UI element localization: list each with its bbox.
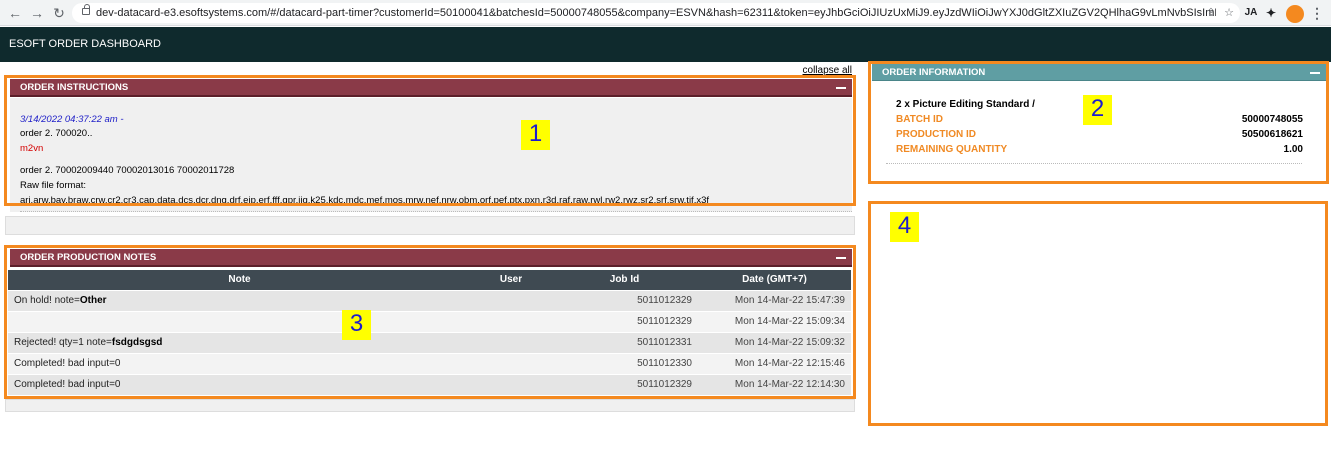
url-text[interactable]: dev-datacard-e3.esoftsystems.com/#/datac… xyxy=(96,6,1216,20)
extensions-puzzle-icon[interactable]: ✦ xyxy=(1264,5,1278,21)
divider xyxy=(20,211,852,212)
address-bar[interactable]: dev-datacard-e3.esoftsystems.com/#/datac… xyxy=(72,3,1240,23)
annotation-marker-2: 2 xyxy=(1083,95,1112,125)
share-icon[interactable]: ⇪ xyxy=(1204,6,1218,20)
app-title: ESOFT ORDER DASHBOARD xyxy=(9,38,161,50)
annotation-marker-1: 1 xyxy=(521,120,550,150)
highlight-box-4 xyxy=(868,201,1328,426)
profile-avatar[interactable] xyxy=(1286,5,1304,23)
panel-footer xyxy=(5,399,855,412)
browser-toolbar: ← → ↻ dev-datacard-e3.esoftsystems.com/#… xyxy=(0,0,1331,26)
annotation-marker-4: 4 xyxy=(890,212,919,242)
bookmark-star-icon[interactable]: ☆ xyxy=(1222,6,1236,20)
highlight-box-3 xyxy=(4,245,856,399)
back-icon[interactable]: ← xyxy=(6,4,24,22)
forward-icon[interactable]: → xyxy=(28,4,46,22)
lock-icon[interactable] xyxy=(82,4,90,15)
browser-menu-icon[interactable]: ⋮ xyxy=(1310,4,1324,22)
app-header: ESOFT ORDER DASHBOARD xyxy=(0,27,1331,62)
panel-footer xyxy=(5,216,855,235)
extension-ja-icon[interactable]: JA xyxy=(1244,5,1258,21)
reload-icon[interactable]: ↻ xyxy=(50,4,68,22)
highlight-box-1 xyxy=(4,75,856,206)
annotation-marker-3: 3 xyxy=(342,310,371,340)
